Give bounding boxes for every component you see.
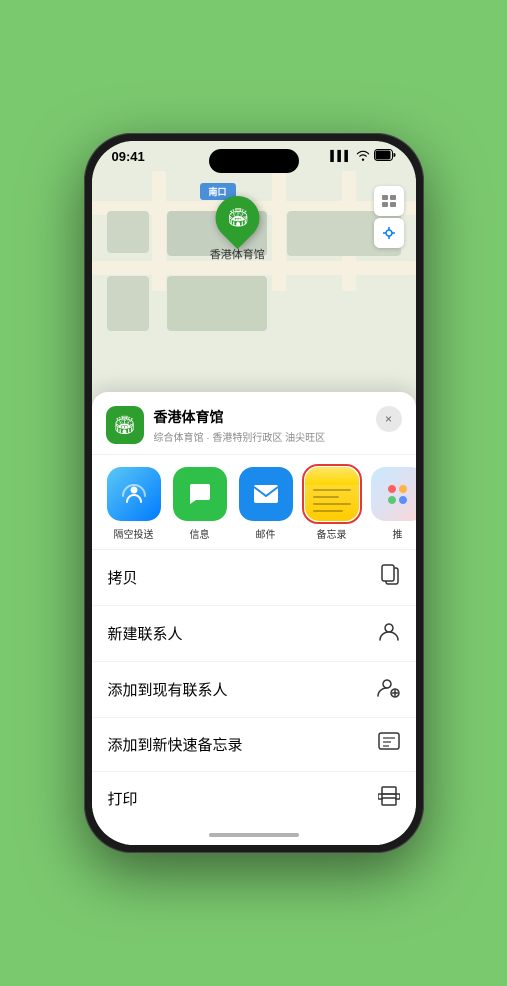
airdrop-icon bbox=[107, 467, 161, 521]
add-note-label: 添加到新快速备忘录 bbox=[108, 734, 243, 755]
status-time: 09:41 bbox=[112, 149, 145, 164]
share-item-notes[interactable]: 备忘录 bbox=[304, 467, 360, 541]
signal-icon: ▌▌▌ bbox=[330, 151, 351, 162]
close-button[interactable]: × bbox=[376, 406, 402, 432]
share-item-mail[interactable]: 邮件 bbox=[238, 467, 294, 541]
notes-icon-container bbox=[305, 467, 359, 521]
action-copy[interactable]: 拷贝 bbox=[92, 550, 416, 606]
phone-screen: 09:41 ▌▌▌ bbox=[92, 141, 416, 845]
bottom-sheet: 🏟 香港体育馆 综合体育馆 · 香港特别行政区 油尖旺区 × bbox=[92, 392, 416, 845]
battery-icon bbox=[374, 149, 396, 164]
action-new-contact[interactable]: 新建联系人 bbox=[92, 606, 416, 662]
map-view-btn[interactable] bbox=[374, 186, 404, 216]
action-list: 拷贝 新建联系人 bbox=[92, 550, 416, 825]
status-icons: ▌▌▌ bbox=[330, 149, 395, 164]
wifi-icon bbox=[356, 150, 370, 164]
new-contact-icon bbox=[378, 620, 400, 647]
venue-name: 香港体育馆 bbox=[154, 407, 402, 427]
add-existing-icon bbox=[376, 676, 400, 703]
more-icon bbox=[371, 467, 416, 521]
messages-label: 信息 bbox=[190, 526, 210, 541]
home-indicator bbox=[92, 825, 416, 845]
new-contact-label: 新建联系人 bbox=[108, 623, 183, 644]
venue-sub: 综合体育馆 · 香港特别行政区 油尖旺区 bbox=[154, 429, 402, 444]
share-item-airdrop[interactable]: 隔空投送 bbox=[106, 467, 162, 541]
dynamic-island bbox=[209, 149, 299, 173]
map-pin: 🏟 香港体育馆 bbox=[210, 196, 265, 262]
add-existing-label: 添加到现有联系人 bbox=[108, 679, 228, 700]
more-label: 推 bbox=[393, 526, 403, 541]
add-note-icon bbox=[378, 732, 400, 757]
map-controls bbox=[374, 186, 404, 248]
action-print[interactable]: 打印 bbox=[92, 772, 416, 825]
print-label: 打印 bbox=[108, 788, 138, 809]
airdrop-label: 隔空投送 bbox=[114, 526, 154, 541]
pin-circle: 🏟 bbox=[206, 187, 268, 249]
pin-inner: 🏟 bbox=[226, 208, 249, 229]
action-add-existing[interactable]: 添加到现有联系人 bbox=[92, 662, 416, 718]
share-item-messages[interactable]: 信息 bbox=[172, 467, 228, 541]
location-btn[interactable] bbox=[374, 218, 404, 248]
copy-icon bbox=[380, 564, 400, 591]
notes-icon bbox=[305, 467, 359, 521]
home-bar bbox=[209, 833, 299, 837]
mail-icon bbox=[239, 467, 293, 521]
messages-icon bbox=[173, 467, 227, 521]
share-row: 隔空投送 信息 bbox=[92, 455, 416, 550]
notes-label: 备忘录 bbox=[317, 526, 347, 541]
mail-label: 邮件 bbox=[256, 526, 276, 541]
action-add-note[interactable]: 添加到新快速备忘录 bbox=[92, 718, 416, 772]
copy-label: 拷贝 bbox=[108, 567, 138, 588]
phone-frame: 09:41 ▌▌▌ bbox=[84, 133, 424, 853]
print-icon bbox=[378, 786, 400, 811]
sheet-header: 🏟 香港体育馆 综合体育馆 · 香港特别行政区 油尖旺区 × bbox=[92, 392, 416, 455]
venue-icon: 🏟 bbox=[106, 406, 144, 444]
venue-info: 香港体育馆 综合体育馆 · 香港特别行政区 油尖旺区 bbox=[154, 407, 402, 444]
share-item-more[interactable]: 推 bbox=[370, 467, 416, 541]
